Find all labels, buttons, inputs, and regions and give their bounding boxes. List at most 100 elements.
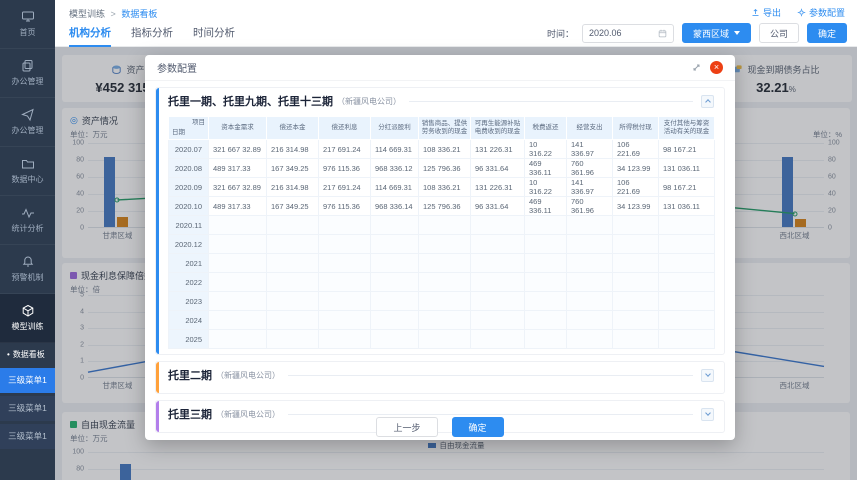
sidebar-item-pulse[interactable]: 统计分析 — [0, 196, 55, 245]
table-cell: 217 691.24 — [318, 139, 371, 160]
company-button[interactable]: 公司 — [758, 23, 799, 43]
table-cell — [658, 291, 715, 312]
table-cell: 167 349.25 — [266, 158, 319, 179]
collapse-button[interactable] — [701, 94, 714, 108]
table-cell: 141 336.97 — [566, 177, 613, 198]
table-cell — [266, 291, 319, 312]
prev-step-button[interactable]: 上一步 — [376, 417, 438, 437]
table-cell: 131 226.31 — [470, 139, 525, 160]
maximize-icon — [693, 64, 700, 70]
table-cell: 114 669.31 — [370, 139, 419, 160]
row-date: 2020.08 — [168, 158, 209, 179]
sidebar: 首页 办公管理 办公管理 数据中心 统计分析 预警机制 模型训练 • 数据看板 三级菜单1 三… — [0, 0, 55, 480]
time-value: 2020.06 — [588, 28, 622, 38]
sidebar-menu: 首页 办公管理 办公管理 数据中心 统计分析 预警机制 模型训练 — [0, 0, 55, 343]
breadcrumb-root[interactable]: 模型训练 — [69, 9, 105, 19]
table-cell — [318, 272, 371, 293]
bell-icon — [22, 256, 33, 267]
table-cell — [370, 253, 419, 274]
section-tuoli-2: 托里二期 （新疆风电公司） — [155, 361, 725, 395]
table-cell — [566, 329, 613, 350]
divider — [409, 100, 693, 102]
table-cell — [658, 329, 715, 350]
param-config-button[interactable]: 参数配置 — [797, 6, 845, 19]
table-cell — [418, 272, 471, 293]
table-cell: 968 336.12 — [370, 158, 419, 179]
sidebar-item-data-board[interactable]: • 数据看板 — [0, 343, 55, 365]
tab-指标分析[interactable]: 指标分析 — [131, 25, 173, 47]
table-cell — [658, 310, 715, 331]
copy-icon — [22, 60, 32, 72]
section-company: （新疆风电公司） — [337, 96, 401, 106]
table-cell — [612, 329, 659, 350]
table-cell: 10 316.22 — [524, 177, 567, 198]
table-cell: 976 115.36 — [318, 196, 371, 217]
sidebar-item-label: 模型训练 — [11, 322, 44, 331]
table-cell — [470, 253, 525, 274]
export-label: 导出 — [762, 8, 781, 18]
table-column-header: 税费返还 — [524, 115, 567, 141]
table-cell: 108 336.21 — [418, 139, 471, 160]
table-column-header: 经营支出 — [566, 115, 613, 141]
row-date: 2025 — [168, 329, 209, 350]
corner-bottom-label: 日期 — [172, 129, 185, 137]
sidebar-item-label: 数据中心 — [11, 175, 44, 184]
table-cell — [566, 291, 613, 312]
active-dot: • — [7, 350, 10, 359]
sidebar-item-cube[interactable]: 模型训练 — [0, 294, 55, 343]
filter-bar: 时间： 2020.06 蒙西区域 公司 确定 — [547, 23, 847, 43]
expand-button[interactable] — [701, 368, 714, 382]
table-column-header: 偿还本金 — [266, 115, 319, 141]
table-row: 2020.11 — [168, 215, 715, 236]
modal-header: 参数配置 × — [145, 55, 735, 81]
table-cell — [524, 253, 567, 274]
table-cell — [566, 272, 613, 293]
sidebar-item-folder[interactable]: 数据中心 — [0, 147, 55, 196]
table-cell: 321 667 32.89 — [208, 139, 267, 160]
table-cell — [524, 272, 567, 293]
sidebar-item-copy[interactable]: 办公管理 — [0, 49, 55, 98]
table-cell — [612, 310, 659, 331]
chevron-icon — [704, 99, 711, 105]
company-label: 公司 — [769, 28, 788, 39]
table-cell — [658, 234, 715, 255]
table-cell — [208, 272, 267, 293]
region-select-button[interactable]: 蒙西区域 — [681, 23, 751, 43]
sidebar-submenu-item-1[interactable]: 三级菜单1 — [0, 368, 55, 393]
table-cell — [658, 272, 715, 293]
table-cell: 98 167.21 — [658, 177, 715, 198]
table-cell — [208, 253, 267, 274]
tab-时间分析[interactable]: 时间分析 — [193, 25, 235, 47]
export-button[interactable]: 导出 — [751, 6, 781, 19]
table-cell: 469 336.11 — [524, 196, 567, 217]
param-config-label: 参数配置 — [808, 8, 845, 18]
table-row: 2020.08 489 317.33 167 349.25 976 115.36 968… — [168, 158, 715, 179]
table-cell — [470, 215, 525, 236]
close-button[interactable]: × — [710, 61, 723, 74]
table-cell: 125 796.36 — [418, 196, 471, 217]
time-picker[interactable]: 2020.06 — [581, 23, 674, 43]
sidebar-item-bell[interactable]: 预警机制 — [0, 245, 55, 294]
table-cell: 114 669.31 — [370, 177, 419, 198]
table-cell — [566, 234, 613, 255]
table-column-header: 资本金需求 — [208, 115, 267, 141]
tab-机构分析[interactable]: 机构分析 — [69, 25, 111, 47]
maximize-button[interactable] — [692, 59, 701, 77]
table-cell — [208, 329, 267, 350]
sidebar-submenu-item-3[interactable]: 三级菜单1 — [0, 424, 55, 449]
sidebar-item-send[interactable]: 办公管理 — [0, 98, 55, 147]
table-cell: 217 691.24 — [318, 177, 371, 198]
breadcrumb-current: 数据看板 — [121, 9, 158, 19]
sidebar-submenu-item-2[interactable]: 三级菜单1 — [0, 396, 55, 421]
table-row: 2020.12 — [168, 234, 715, 255]
table-cell: 760 361.96 — [566, 158, 613, 179]
confirm-button-header[interactable]: 确定 — [806, 23, 847, 43]
analysis-tabs: 机构分析 指标分析 时间分析 — [69, 25, 235, 47]
table-cell: 141 336.97 — [566, 139, 613, 160]
table-cell: 489 317.33 — [208, 158, 267, 179]
table-column-header: 偿还利息 — [318, 115, 371, 141]
table-row: 2025 — [168, 329, 715, 350]
confirm-button-modal[interactable]: 确定 — [451, 417, 504, 437]
sidebar-item-monitor[interactable]: 首页 — [0, 0, 55, 49]
table-corner-cell: 项目 日期 — [168, 115, 209, 141]
